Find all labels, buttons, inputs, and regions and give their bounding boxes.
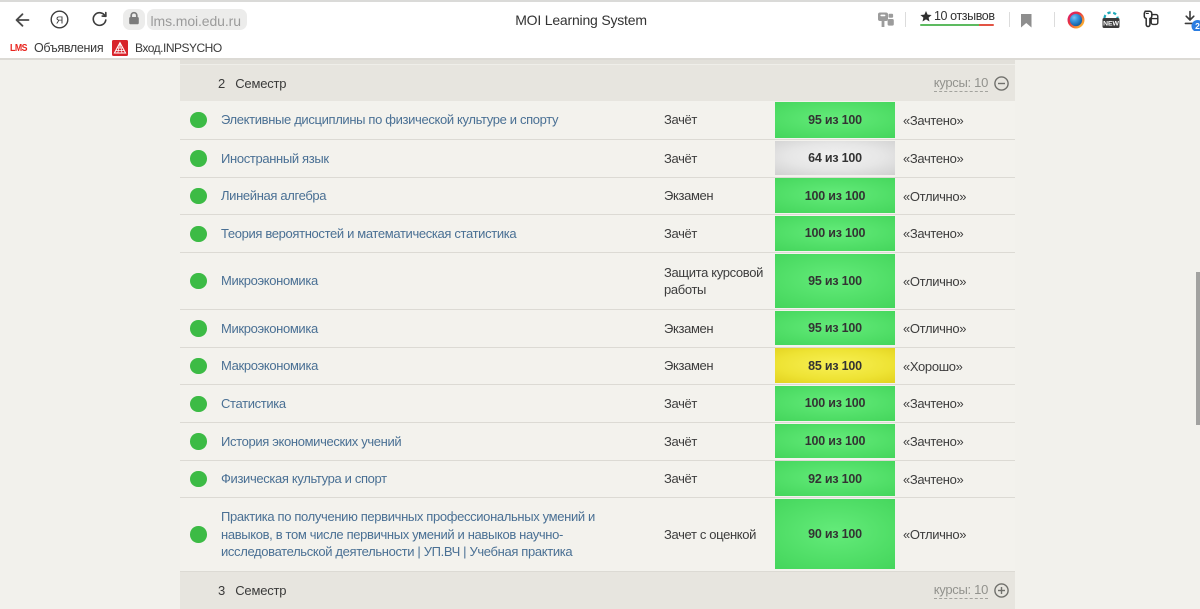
svg-text:NEW: NEW bbox=[1103, 20, 1119, 27]
svg-text:Я: Я bbox=[56, 14, 64, 26]
svg-text:2: 2 bbox=[1195, 21, 1200, 31]
